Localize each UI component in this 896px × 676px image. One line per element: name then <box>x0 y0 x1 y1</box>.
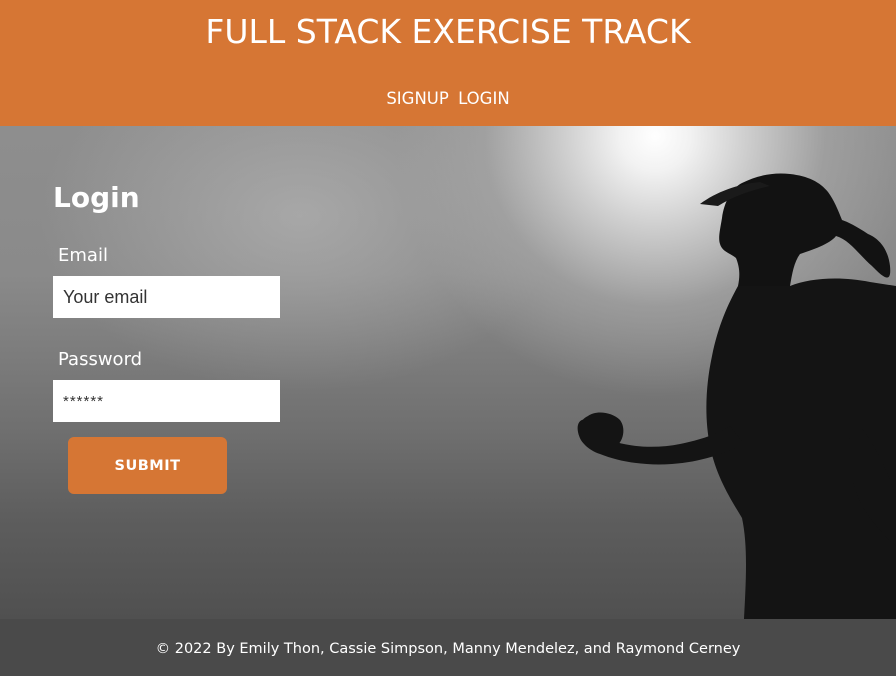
site-header: FULL STACK EXERCISE TRACK SIGNUP LOGIN <box>0 0 896 126</box>
email-label: Email <box>58 245 108 266</box>
page: FULL STACK EXERCISE TRACK SIGNUP LOGIN L… <box>0 0 896 676</box>
password-input[interactable] <box>53 380 280 422</box>
main-nav: SIGNUP LOGIN <box>0 89 896 108</box>
nav-signup-link[interactable]: SIGNUP <box>386 89 449 108</box>
email-input[interactable] <box>53 276 280 318</box>
password-label: Password <box>58 349 143 370</box>
site-title: FULL STACK EXERCISE TRACK <box>205 12 691 51</box>
site-footer: © 2022 By Emily Thon, Cassie Simpson, Ma… <box>0 619 896 676</box>
submit-button[interactable]: SUBMIT <box>68 437 227 494</box>
hero-background: Login Email Password SUBMIT <box>0 126 896 619</box>
nav-login-link[interactable]: LOGIN <box>458 89 510 108</box>
footer-credits: © 2022 By Emily Thon, Cassie Simpson, Ma… <box>155 641 741 657</box>
login-heading: Login <box>53 181 140 214</box>
